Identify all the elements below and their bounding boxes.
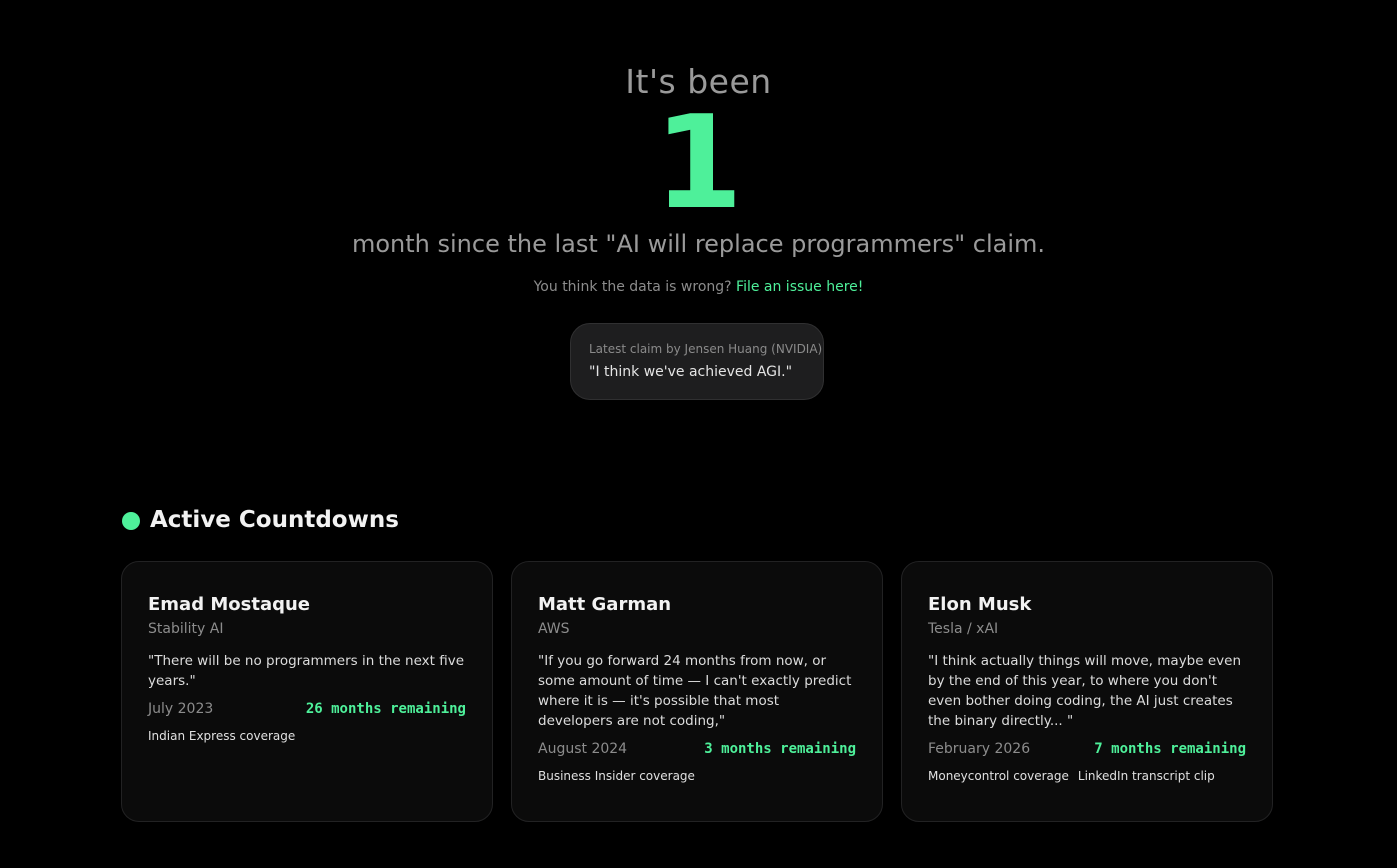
latest-claim-card: Latest claim by Jensen Huang (NVIDIA) "I…: [570, 323, 824, 400]
countdown-card: Matt Garman AWS "If you go forward 24 mo…: [511, 561, 883, 822]
source-link[interactable]: Indian Express coverage: [148, 729, 295, 743]
status-dot-icon: [122, 512, 140, 530]
claimant-name: Elon Musk: [928, 594, 1032, 615]
source-links: Moneycontrol coverage LinkedIn transcrip…: [928, 769, 1246, 783]
months-count: 1: [653, 89, 744, 238]
claim-quote: "There will be no programmers in the nex…: [148, 653, 465, 689]
latest-claim-quote: "I think we've achieved AGI.": [589, 364, 793, 380]
claimant-org: Stability AI: [148, 621, 224, 637]
countdown-card: Elon Musk Tesla / xAI "I think actually …: [901, 561, 1273, 822]
claim-quote: "I think actually things will move, mayb…: [928, 653, 1242, 729]
active-countdowns-header: Active Countdowns: [122, 507, 399, 533]
claim-date: August 2024: [538, 741, 628, 757]
source-link[interactable]: LinkedIn transcript clip: [1078, 769, 1215, 783]
file-issue-link[interactable]: File an issue here!: [736, 279, 863, 295]
months-remaining: 26 months remaining: [305, 701, 466, 717]
months-remaining: 7 months remaining: [1094, 741, 1246, 757]
months-remaining: 3 months remaining: [704, 741, 856, 757]
issue-prompt: You think the data is wrong? File an iss…: [0, 279, 1397, 295]
claim-date: February 2026: [928, 741, 1031, 757]
latest-claim-label: Latest claim by Jensen Huang (NVIDIA): [589, 342, 823, 356]
card-meta-row: August 2024 3 months remaining: [538, 741, 856, 757]
source-links: Indian Express coverage: [148, 729, 466, 743]
card-meta-row: February 2026 7 months remaining: [928, 741, 1246, 757]
source-link[interactable]: Moneycontrol coverage: [928, 769, 1069, 783]
claimant-name: Matt Garman: [538, 594, 672, 615]
claimant-org: Tesla / xAI: [928, 621, 999, 637]
source-link[interactable]: Business Insider coverage: [538, 769, 695, 783]
card-meta-row: July 2023 26 months remaining: [148, 701, 466, 717]
source-links: Business Insider coverage: [538, 769, 856, 783]
claimant-org: AWS: [538, 621, 570, 637]
hero-subtitle: month since the last "AI will replace pr…: [351, 230, 1046, 258]
claim-quote: "If you go forward 24 months from now, o…: [538, 653, 852, 729]
claim-date: July 2023: [148, 701, 214, 717]
countdown-card: Emad Mostaque Stability AI "There will b…: [121, 561, 493, 822]
section-title: Active Countdowns: [150, 507, 399, 533]
issue-prompt-text: You think the data is wrong?: [533, 279, 732, 295]
claimant-name: Emad Mostaque: [148, 594, 310, 615]
